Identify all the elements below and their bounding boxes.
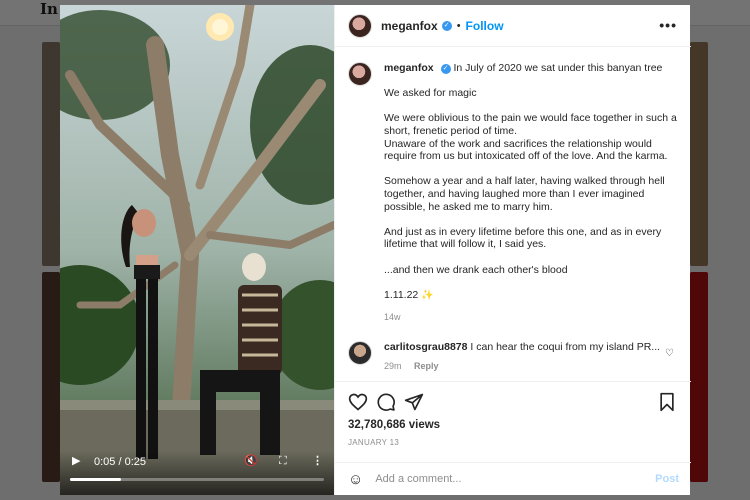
post-header: meganfox ✓ • Follow •••: [335, 5, 691, 47]
video-progress-fill: [70, 478, 121, 481]
caption-paragraph: ...and then we drank each other's blood: [384, 263, 568, 276]
comment-meta: 29m Reply: [384, 360, 674, 373]
save-bookmark-icon[interactable]: [657, 392, 677, 412]
play-icon[interactable]: ▶: [72, 454, 80, 468]
caption-date-text: 1.11.22: [384, 288, 419, 301]
comment-text: I can hear the coqui from my island PR..…: [470, 341, 661, 354]
separator-dot: •: [456, 19, 461, 32]
comment-time: 29m: [384, 361, 402, 372]
caption-first-line: In July of 2020 we sat under this banyan…: [453, 62, 663, 74]
video-controls: ▶ 0:05 / 0:25 🔇 ⛶ ⋮: [60, 451, 334, 495]
caption-paragraph: And just as in every lifetime before thi…: [384, 225, 662, 251]
caption-paragraph: Somehow a year and a half later, having …: [384, 175, 665, 213]
video-time: 0:05 / 0:25: [94, 456, 146, 468]
caption: meganfox ✓ In July of 2020 we sat under …: [348, 62, 678, 323]
commenter-avatar[interactable]: [348, 341, 372, 366]
header-username[interactable]: meganfox: [381, 19, 438, 33]
fullscreen-icon[interactable]: ⛶: [279, 454, 287, 468]
emoji-icon[interactable]: ☺: [348, 472, 363, 487]
comment-username[interactable]: carlitosgrau8878: [384, 341, 467, 353]
share-icon[interactable]: [404, 392, 424, 412]
caption-body: meganfox ✓ In July of 2020 we sat under …: [384, 62, 678, 323]
sparkles-icon: ✨: [421, 289, 434, 301]
caption-username[interactable]: meganfox: [384, 62, 434, 74]
caption-paragraph: We were oblivious to the pain we would f…: [384, 112, 677, 163]
reply-button[interactable]: Reply: [414, 361, 439, 371]
more-options-icon[interactable]: ⋮: [312, 454, 323, 468]
comment-item: carlitosgrau8878 I can hear the coqui fr…: [348, 341, 678, 373]
caption-time-ago: 14w: [384, 311, 401, 322]
post-date: JANUARY 13: [348, 438, 400, 447]
views-count[interactable]: 32,780,686 views: [348, 419, 440, 431]
follow-button[interactable]: Follow: [466, 19, 504, 33]
like-heart-icon[interactable]: [348, 392, 368, 412]
comment-body: carlitosgrau8878 I can hear the coqui fr…: [384, 341, 674, 373]
post-details-panel: meganfox ✓ • Follow ••• meganfox ✓ In Ju…: [334, 5, 691, 495]
caption-date-line: 1.11.22 ✨: [384, 289, 678, 303]
post-modal: ▶ 0:05 / 0:25 🔇 ⛶ ⋮ meganfox ✓ • Follow …: [60, 5, 691, 495]
avatar[interactable]: [348, 62, 372, 86]
post-video[interactable]: ▶ 0:05 / 0:25 🔇 ⛶ ⋮: [60, 5, 334, 495]
caption-paragraph: We asked for magic: [384, 87, 477, 100]
add-comment-bar: ☺ Post: [335, 462, 691, 495]
video-frame: [60, 5, 334, 495]
post-button[interactable]: Post: [655, 473, 679, 485]
video-progress-bar[interactable]: [70, 478, 324, 481]
avatar[interactable]: [348, 13, 372, 38]
comment-icon[interactable]: [376, 392, 396, 412]
verified-badge-icon: ✓: [440, 64, 451, 74]
comment-input[interactable]: [375, 473, 646, 485]
more-options-icon[interactable]: •••: [659, 17, 677, 33]
comments-section[interactable]: meganfox ✓ In July of 2020 we sat under …: [335, 48, 691, 381]
mute-icon[interactable]: 🔇: [244, 454, 258, 468]
verified-badge-icon: ✓: [441, 20, 452, 31]
like-comment-heart-icon[interactable]: ♡: [665, 348, 674, 359]
